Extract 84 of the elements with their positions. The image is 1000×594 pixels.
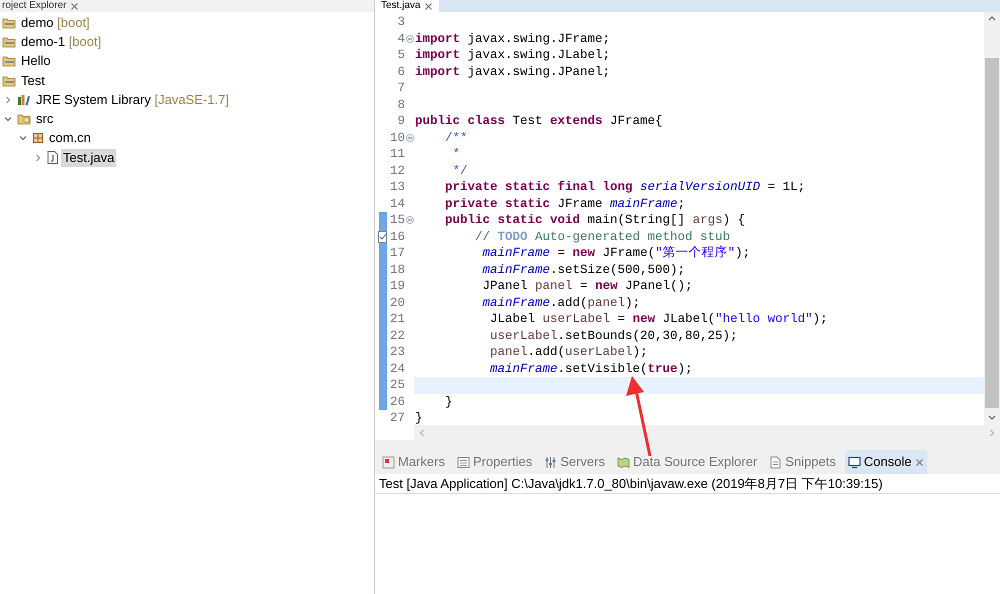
code-line: import javax.swing.JFrame;	[415, 30, 610, 47]
line-number: 5	[397, 47, 405, 64]
panel-tab[interactable]: Data Source Explorer	[614, 450, 760, 474]
line-number: 17	[390, 245, 405, 262]
line-number: 3	[397, 14, 405, 30]
line-number: 7	[397, 80, 405, 96]
tree-item[interactable]: src	[34, 110, 56, 128]
folder-icon	[17, 113, 31, 126]
code-line: private static final long serialVersionUID = 1L;	[444, 179, 806, 196]
document-icon	[769, 456, 782, 468]
code-line: /**	[444, 130, 468, 146]
view-title: roject Explorer	[2, 0, 66, 12]
code-line: public static void main(String[] args) {	[444, 212, 746, 228]
tree-item[interactable]: Hello	[19, 52, 53, 70]
code-line: mainFrame.setVisible(true);	[489, 360, 693, 377]
close-icon[interactable]	[914, 458, 924, 466]
panel-tab[interactable]: Servers	[541, 450, 608, 474]
code-line: panel.add(userLabel);	[489, 344, 648, 360]
line-number: 22	[390, 328, 405, 344]
panel-tab[interactable]: Markers	[379, 450, 448, 474]
line-number: 13	[390, 179, 405, 196]
panel-tab[interactable]: Properties	[454, 450, 536, 474]
code-line: JPanel panel = new JPanel();	[482, 278, 693, 294]
line-number: 23	[390, 344, 405, 360]
folder-icon	[2, 36, 16, 48]
code-line: private static JFrame mainFrame;	[444, 196, 686, 212]
code-line: // TODO Auto-generated method stub	[474, 228, 730, 245]
tree-item[interactable]: com.cn	[47, 129, 93, 148]
map-icon	[617, 456, 630, 468]
line-number: 4	[397, 30, 405, 47]
panel-tab[interactable]: Snippets	[766, 450, 839, 474]
collapse-icon[interactable]	[406, 134, 414, 142]
package-icon	[32, 132, 44, 144]
line-number: 10	[390, 130, 405, 146]
tree-item[interactable]: demo [boot]	[19, 14, 92, 32]
sliders-icon	[544, 456, 558, 468]
line-number: 15	[390, 212, 405, 228]
code-line: JLabel userLabel = new JLabel("hello world");	[489, 311, 828, 328]
collapse-icon[interactable]	[406, 216, 414, 224]
code-line: mainFrame.add(panel);	[482, 294, 640, 311]
code-line: */	[452, 162, 468, 179]
line-number: 14	[390, 196, 405, 212]
line-number: 8	[397, 96, 405, 113]
line-number: 27	[390, 410, 405, 426]
line-number: 18	[390, 262, 405, 278]
line-number: 21	[390, 311, 405, 328]
tree-item[interactable]: Test.java	[61, 148, 116, 167]
console-header: Test [Java Application] C:\Java\jdk1.7.0_80\bin\javaw.exe (2019年8月7日 下午10:39:15)	[379, 474, 883, 493]
line-number: 12	[390, 162, 405, 179]
line-number: 6	[397, 64, 405, 80]
close-icon[interactable]	[424, 2, 434, 10]
monitor-icon	[848, 456, 861, 468]
line-number: 25	[390, 377, 405, 394]
code-line: }	[444, 394, 453, 410]
code-line: mainFrame.setSize(500,500);	[482, 262, 686, 278]
line-number: 9	[397, 113, 405, 130]
code-line: *	[452, 146, 460, 162]
folder-icon	[2, 55, 16, 68]
code-line: import javax.swing.JLabel;	[415, 47, 610, 64]
tree-item[interactable]: demo-1 [boot]	[19, 32, 104, 51]
code-line: public class Test extends JFrame{	[415, 113, 663, 130]
collapse-icon[interactable]	[406, 34, 414, 43]
tree-item[interactable]: JRE System Library [JavaSE-1.7]	[34, 90, 231, 109]
code-line: }	[415, 410, 423, 426]
line-number: 16	[390, 228, 405, 245]
folder-icon	[2, 16, 16, 29]
code-line: import javax.swing.JPanel;	[415, 64, 610, 80]
vertical-scrollbar[interactable]	[984, 12, 1000, 425]
line-number: 24	[390, 360, 405, 377]
list-icon	[456, 456, 470, 468]
tree-item[interactable]: Test	[19, 72, 47, 90]
editor-tab[interactable]: Test.java	[375, 0, 440, 12]
code-line: userLabel.setBounds(20,30,80,25);	[489, 328, 738, 344]
line-number: 19	[390, 278, 405, 294]
java-file-icon	[47, 151, 58, 164]
books-icon	[17, 94, 31, 106]
code-line: mainFrame = new JFrame("第一个程序");	[482, 245, 750, 262]
close-icon[interactable]	[70, 2, 80, 10]
line-number: 20	[390, 294, 405, 311]
markers-icon	[382, 456, 395, 468]
panel-tab[interactable]: Console	[844, 450, 927, 474]
line-number: 26	[390, 394, 405, 410]
line-number: 11	[390, 146, 405, 162]
folder-icon	[2, 74, 16, 87]
